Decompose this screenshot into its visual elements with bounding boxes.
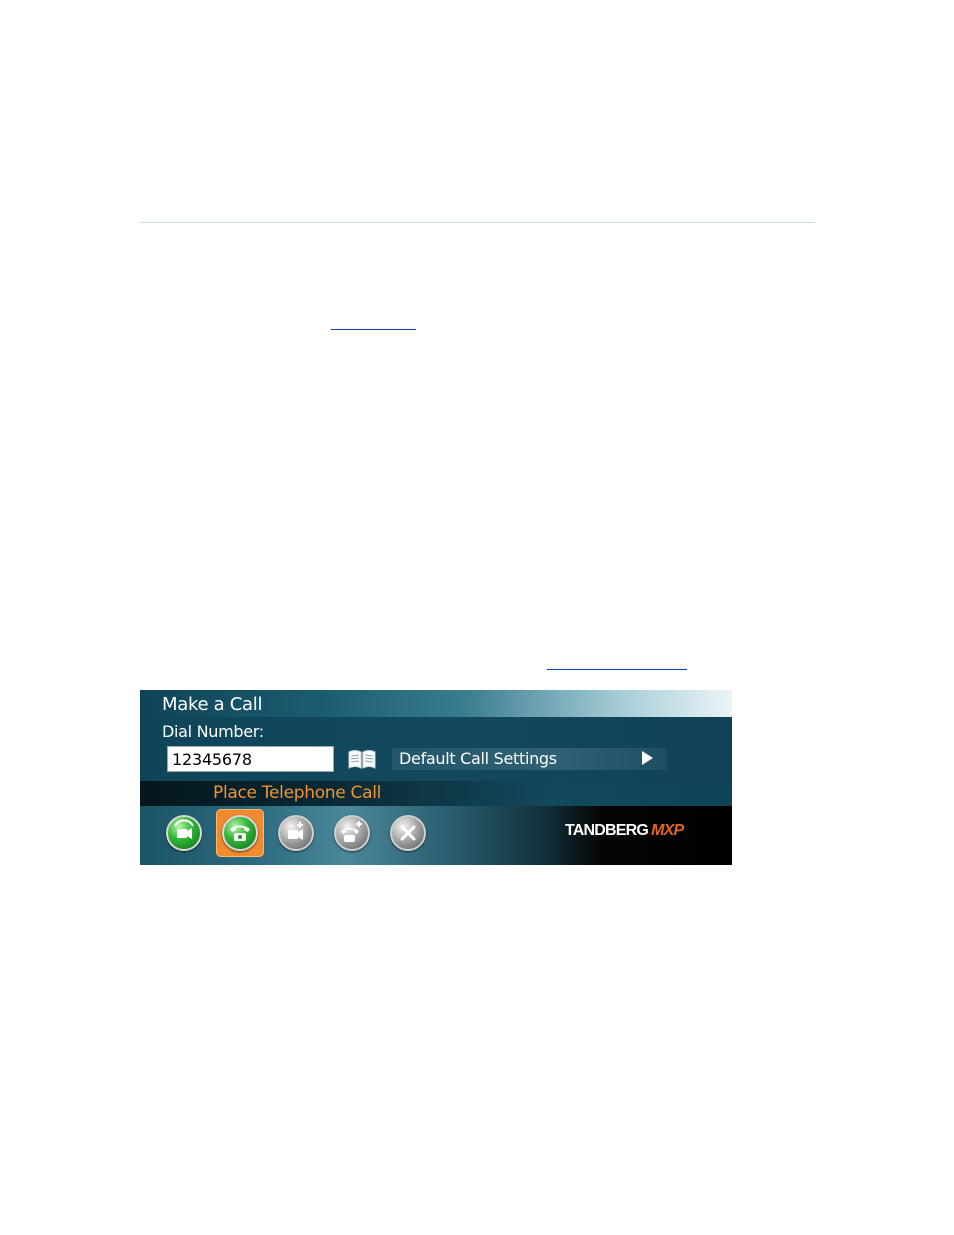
make-a-call-panel: Make a Call Dial Number: Default Call Se… — [140, 690, 732, 865]
close-icon — [400, 825, 416, 841]
title-bar: Make a Call — [140, 690, 732, 717]
action-bar: Place Telephone Call — [140, 781, 732, 806]
add-video-icon — [288, 822, 303, 840]
add-video-button[interactable] — [278, 815, 314, 851]
phonebook-icon[interactable] — [347, 748, 377, 770]
brand-name: TANDBERG — [565, 822, 649, 839]
brand-model: MXP — [651, 822, 684, 839]
video-call-icon — [174, 819, 194, 839]
dial-number-input[interactable] — [167, 746, 334, 772]
tandberg-logo: TANDBERG MXP — [565, 822, 684, 840]
arrow-right-icon — [642, 751, 653, 765]
link-underline[interactable] — [547, 669, 687, 670]
default-call-settings-button[interactable]: Default Call Settings — [392, 748, 667, 770]
add-telephone-icon — [341, 821, 362, 842]
selected-action-label: Place Telephone Call — [213, 783, 382, 803]
panel-title: Make a Call — [162, 694, 263, 715]
cancel-button[interactable] — [390, 815, 426, 851]
horizontal-rule — [140, 222, 815, 223]
dial-number-label: Dial Number: — [162, 722, 264, 741]
settings-label: Default Call Settings — [399, 749, 557, 768]
telephone-icon — [230, 825, 250, 841]
button-bar: TANDBERG MXP — [140, 806, 732, 865]
video-call-button[interactable] — [166, 815, 202, 851]
add-telephone-button[interactable] — [334, 815, 370, 851]
telephone-call-button[interactable] — [222, 815, 258, 851]
link-underline[interactable] — [331, 329, 416, 330]
